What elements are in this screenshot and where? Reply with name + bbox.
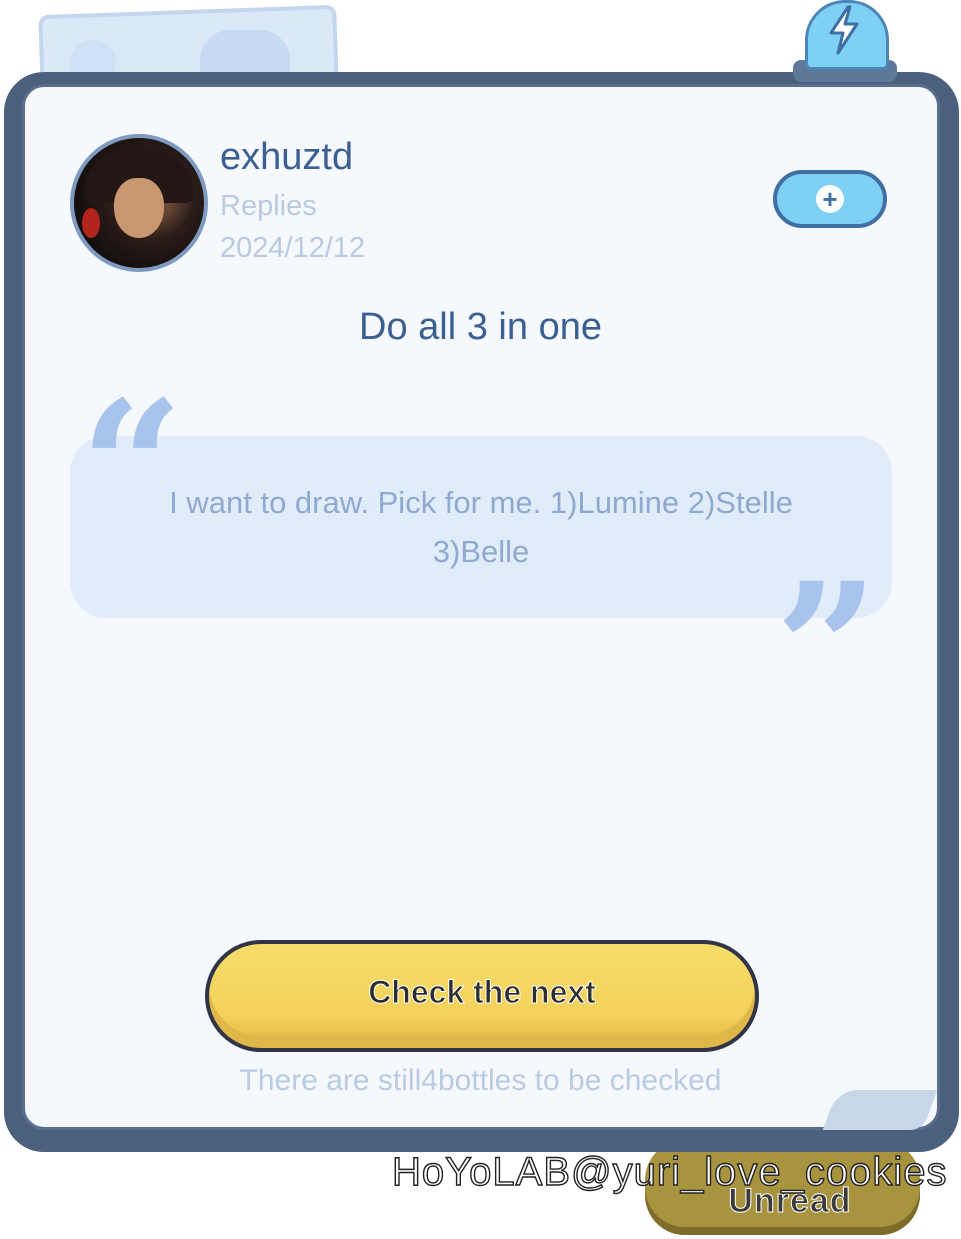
avatar-face — [114, 178, 164, 238]
check-next-button[interactable]: Check the next — [205, 940, 759, 1052]
avatar-accent — [82, 208, 100, 238]
post-type-label: Replies — [220, 190, 317, 222]
post-title: Do all 3 in one — [359, 306, 602, 348]
post-date: 2024/12/12 — [220, 232, 366, 264]
avatar[interactable] — [70, 134, 208, 272]
follow-button[interactable]: + — [773, 170, 887, 228]
lightning-icon — [829, 5, 859, 55]
plus-icon: + — [816, 185, 844, 213]
quote-text: I want to draw. Pick for me. 1)Lumine 2)… — [169, 485, 793, 569]
remaining-bottles-text: There are still4bottles to be checked — [239, 1064, 722, 1097]
username[interactable]: exhuztd — [220, 136, 353, 179]
check-next-label: Check the next — [368, 973, 597, 1010]
close-quote-icon: ” — [775, 544, 879, 755]
watermark: HoYoLAB@yuri_love_cookies — [391, 1149, 948, 1194]
